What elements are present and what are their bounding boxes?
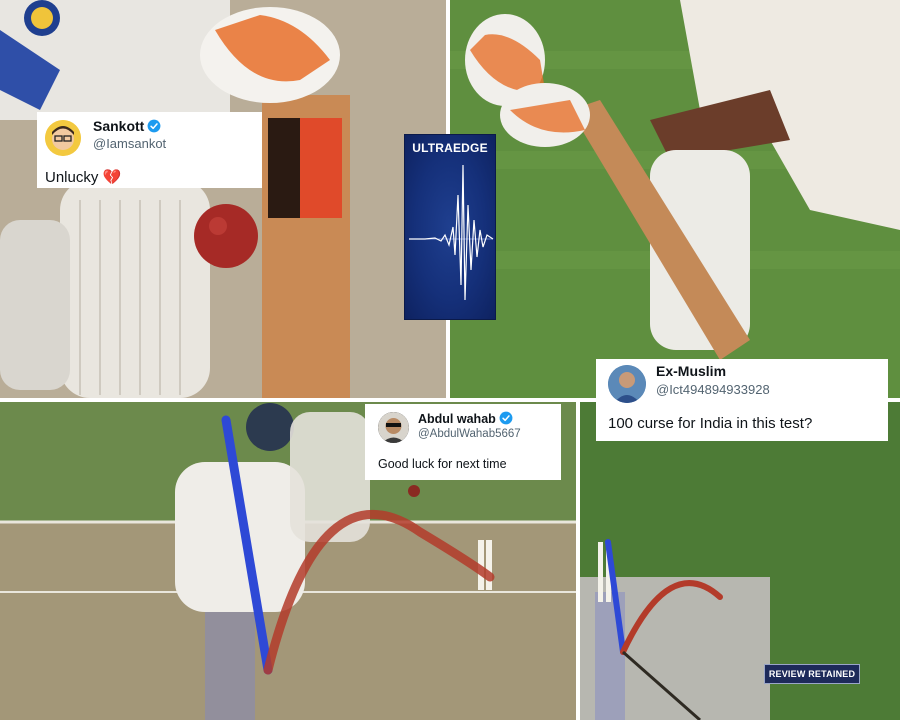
broken-heart-icon: 💔	[102, 169, 122, 186]
tweet-author-name: Sankott	[93, 118, 145, 134]
tweet-text: Good luck for next time	[378, 457, 507, 471]
tweet-author-handle: @Ict494894933928	[656, 382, 770, 397]
photo-panel-batter-with-bat	[450, 0, 900, 398]
tweet-author-name: Ex-Muslim	[656, 363, 727, 379]
ultraedge-waveform	[409, 164, 494, 301]
ultraedge-graphic: ULTRAEDGE	[404, 134, 496, 320]
tweet-author-name: Abdul wahab	[418, 412, 496, 426]
verified-badge-icon	[147, 119, 161, 133]
avatar	[378, 412, 409, 443]
tweet-card-abdul-wahab[interactable]: Abdul wahab @AbdulWahab5667 Good luck fo…	[365, 404, 561, 480]
tweet-author-handle: @AbdulWahab5667	[418, 428, 521, 440]
tweet-card-ex-muslim[interactable]: Ex-Muslim @Ict494894933928 100 curse for…	[596, 359, 888, 441]
photo-panel-ball-on-pad	[0, 0, 446, 398]
tweet-text: 100 curse for India in this test?	[608, 415, 813, 432]
tweet-card-sankott[interactable]: Sankott @Iamsankot Unlucky 💔	[37, 112, 262, 188]
tweet-author-handle: @Iamsankot	[93, 136, 167, 151]
avatar	[608, 365, 646, 403]
verified-badge-icon	[499, 411, 513, 425]
tweet-text: Unlucky	[45, 169, 99, 186]
batter-illustration	[450, 0, 900, 398]
ball-on-pad-illustration	[0, 0, 446, 398]
review-retained-badge: REVIEW RETAINED	[764, 664, 860, 684]
avatar	[45, 120, 81, 156]
